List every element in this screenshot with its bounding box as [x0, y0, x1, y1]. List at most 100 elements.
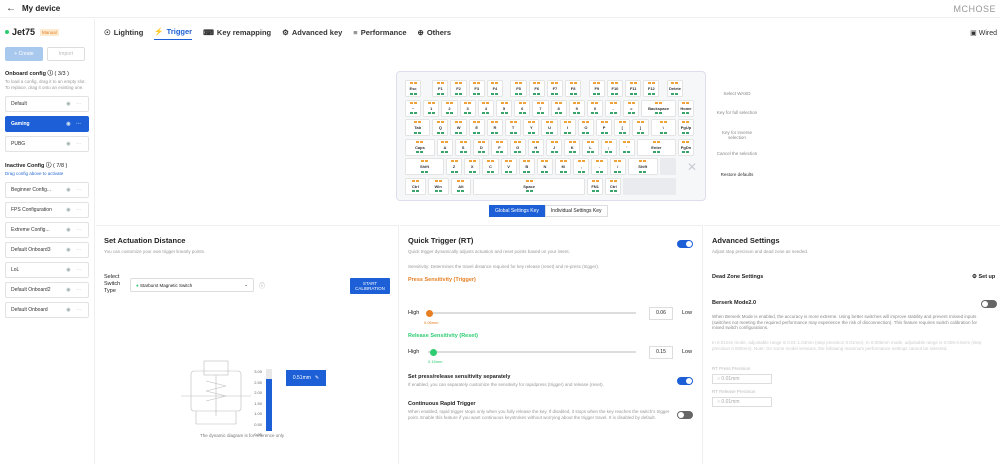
key[interactable]: N [536, 158, 554, 175]
key[interactable]: L [582, 138, 599, 156]
key[interactable]: M [555, 158, 572, 175]
key[interactable]: T [505, 119, 522, 136]
key[interactable]: J [545, 138, 563, 156]
import-button[interactable]: Import [47, 47, 85, 61]
key[interactable]: 8 [550, 99, 567, 117]
keyboard-side-option[interactable]: Select WASD [716, 91, 758, 96]
key[interactable]: Ctrl [405, 177, 426, 195]
key[interactable]: F5 [510, 80, 527, 97]
config-item[interactable]: Default ◉ ⋯ [5, 96, 89, 112]
key[interactable]: \ [650, 119, 676, 136]
key[interactable]: F10 [606, 80, 624, 97]
key[interactable]: F3 [468, 80, 485, 97]
key[interactable]: , [573, 158, 590, 175]
key[interactable]: 7 [532, 99, 549, 117]
config-actions-icon[interactable]: ◉ ⋯ [66, 141, 83, 147]
key[interactable]: Y [523, 119, 540, 136]
key[interactable]: B [518, 158, 535, 175]
key[interactable]: 5 [495, 99, 513, 117]
key[interactable]: K [564, 138, 581, 156]
key[interactable]: F4 [486, 80, 504, 97]
switch-type-select[interactable]: ● Starburst Magnetic Switch ⌄ [130, 278, 254, 292]
key[interactable]: Alt [450, 177, 472, 195]
press-slider-thumb[interactable] [426, 309, 433, 317]
key[interactable]: F11 [625, 80, 642, 97]
key[interactable]: S [455, 138, 472, 156]
info-icon[interactable]: ⓘ [259, 281, 265, 290]
press-slider[interactable] [426, 309, 636, 317]
key[interactable]: Space [473, 177, 585, 195]
config-item[interactable]: LoL ◉ ⋯ [5, 262, 89, 278]
keyboard-side-option[interactable]: Cancel the selection [716, 151, 758, 156]
release-slider[interactable] [428, 348, 636, 356]
config-item[interactable]: PUBG ◉ ⋯ [5, 136, 89, 152]
rt-press-precision-field[interactable]: ○ 0.01mm [712, 374, 772, 384]
tab-lighting[interactable]: ☉ Lighting [104, 27, 143, 40]
config-actions-icon[interactable]: ◉ ⋯ [66, 287, 83, 293]
key[interactable]: ~ [405, 99, 422, 117]
key[interactable]: C [482, 158, 499, 175]
tab-performance[interactable]: ≡ Performance [353, 27, 406, 40]
depth-readout[interactable]: 0.51mm ✎ [286, 370, 326, 386]
individual-settings-tab[interactable]: Individual Settings Key [544, 205, 608, 217]
release-value-input[interactable]: 0.15 [649, 345, 673, 359]
rt-release-precision-field[interactable]: ○ 0.01mm [712, 397, 772, 407]
key[interactable]: Caps [405, 138, 435, 156]
key[interactable]: 3 [459, 99, 476, 117]
key[interactable]: P [595, 119, 613, 136]
key[interactable]: F7 [546, 80, 564, 97]
key[interactable]: F1 [432, 80, 449, 97]
key[interactable]: Shift [405, 158, 444, 175]
key[interactable]: FN1 [587, 177, 604, 195]
edit-icon[interactable]: ✎ [315, 375, 319, 381]
config-actions-icon[interactable]: ◉ ⋯ [66, 227, 83, 233]
press-value-input[interactable]: 0.06 [649, 306, 673, 320]
key[interactable]: Shift [627, 158, 658, 175]
key[interactable]: Delete [666, 80, 684, 97]
config-actions-icon[interactable]: ◉ ⋯ [66, 101, 83, 107]
key[interactable]: 2 [441, 99, 458, 117]
help-icon[interactable]: ⓘ [47, 71, 53, 77]
key[interactable]: D [473, 138, 490, 156]
key[interactable]: / [609, 158, 626, 175]
key[interactable]: Home [677, 99, 695, 117]
config-item[interactable]: FPS Configuration ◉ ⋯ [5, 202, 89, 218]
config-actions-icon[interactable]: ◉ ⋯ [66, 267, 83, 273]
key[interactable]: - [605, 99, 622, 117]
config-item[interactable]: Default Onboard ◉ ⋯ [5, 302, 89, 318]
keyboard-side-option[interactable]: Restore defaults [716, 172, 758, 177]
key[interactable]: 0 [586, 99, 604, 117]
key[interactable]: Esc [405, 80, 422, 97]
config-item[interactable]: Gaming ◉ ⋯ [5, 116, 89, 132]
separate-sensitivity-toggle[interactable] [677, 377, 693, 385]
key[interactable]: E [468, 119, 485, 136]
key[interactable]: F8 [565, 80, 582, 97]
key[interactable]: = [623, 99, 640, 117]
key[interactable]: 4 [477, 99, 494, 117]
key[interactable]: O [577, 119, 594, 136]
config-actions-icon[interactable]: ◉ ⋯ [66, 187, 83, 193]
global-settings-tab[interactable]: Global Settings Key [489, 205, 545, 217]
release-slider-thumb[interactable] [430, 348, 437, 356]
key[interactable]: Ctrl [605, 177, 622, 195]
key[interactable]: [ [614, 119, 631, 136]
config-actions-icon[interactable]: ◉ ⋯ [66, 307, 83, 313]
tab-key-remapping[interactable]: ⌨ Key remapping [203, 27, 271, 40]
key[interactable]: W [450, 119, 467, 136]
config-item[interactable]: Default Onboard2 ◉ ⋯ [5, 282, 89, 298]
config-actions-icon[interactable]: ◉ ⋯ [66, 247, 83, 253]
tab-others[interactable]: ⊕ Others [418, 27, 451, 40]
key[interactable]: Enter [636, 138, 676, 156]
tab-trigger[interactable]: ⚡ Trigger [154, 27, 193, 40]
key[interactable]: I [559, 119, 576, 136]
key[interactable]: . [591, 158, 608, 175]
continuous-rt-toggle[interactable] [677, 411, 693, 419]
config-item[interactable]: Default Onboard3 ◉ ⋯ [5, 242, 89, 258]
dead-zone-setup-button[interactable]: ⚙ Set up [972, 274, 995, 280]
key[interactable]: ' [618, 138, 635, 156]
key[interactable]: F2 [450, 80, 467, 97]
key[interactable]: A [436, 138, 454, 156]
create-button[interactable]: + Create [5, 47, 43, 61]
key[interactable]: Backspace [641, 99, 676, 117]
key[interactable]: F6 [528, 80, 545, 97]
